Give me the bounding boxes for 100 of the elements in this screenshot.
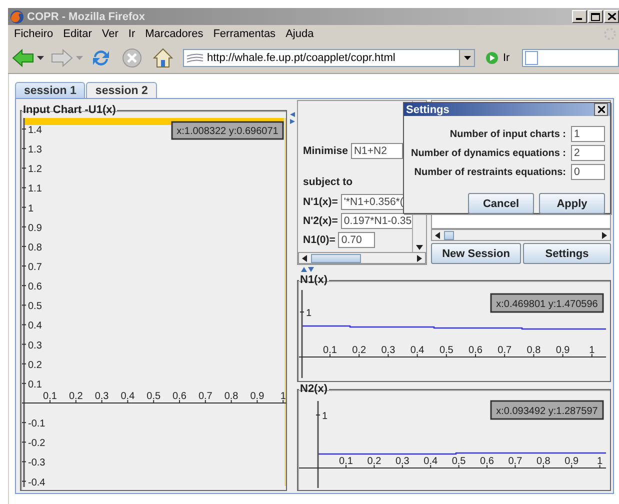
section-heading: subject to xyxy=(303,176,354,188)
scrollbar-thumb[interactable] xyxy=(311,254,361,262)
y-tick-label: 1 xyxy=(28,203,34,214)
x-tick-label: 0.6 xyxy=(172,391,186,402)
x-tick-label: 0.8 xyxy=(224,391,238,402)
x-tick-label: 0.9 xyxy=(564,456,579,467)
back-arrow-icon[interactable] xyxy=(12,48,34,68)
y-tick-label: 1 xyxy=(306,308,312,319)
y-tick-label: 0.5 xyxy=(28,301,42,312)
menu-item[interactable]: Ferramentas xyxy=(208,28,281,40)
menu-item[interactable]: Marcadores xyxy=(140,28,208,40)
x-tick-label: 0.5 xyxy=(452,456,466,467)
x-tick-label: 0.1 xyxy=(339,456,353,467)
minimize-button[interactable] xyxy=(572,10,587,23)
menu-item[interactable]: Ir xyxy=(123,28,140,40)
splitter-arrows-icon[interactable] xyxy=(301,266,314,272)
dialog-button[interactable]: Cancel xyxy=(468,193,534,214)
objective-field[interactable]: N1+N2 xyxy=(350,142,403,158)
y-tick-label: -0.4 xyxy=(28,477,46,488)
field-label: Number of restraints equations: xyxy=(414,166,566,178)
menu-item[interactable]: Ficheiro xyxy=(9,28,58,40)
field-label: N'2(x)= xyxy=(303,214,338,226)
y-tick-label: 0.2 xyxy=(28,360,42,371)
dropdown-button[interactable] xyxy=(459,50,474,66)
scroll-down-icon xyxy=(416,245,423,250)
coordinate-readout: x:1.008322 y:0.696071 xyxy=(171,121,284,140)
maximize-icon xyxy=(591,12,600,20)
x-tick-label: 0.2 xyxy=(352,345,366,356)
go-button[interactable]: Ir xyxy=(482,50,513,64)
x-tick-label: 1 xyxy=(597,456,603,467)
menu-item[interactable]: Ajuda xyxy=(280,28,319,40)
y-tick-label: 0.1 xyxy=(28,379,42,390)
field-label: Minimise xyxy=(303,144,348,156)
field-label: Number of input charts : xyxy=(450,128,566,140)
session-tab[interactable]: session 2 xyxy=(86,82,157,98)
throbber-icon xyxy=(603,26,617,40)
equation-field[interactable]: 0.197*N1-0.35 xyxy=(340,212,412,228)
x-tick-label: 0.6 xyxy=(468,345,482,356)
horizontal-scrollbar[interactable] xyxy=(298,252,426,264)
x-tick-label: 0.4 xyxy=(120,391,135,402)
y-tick-label: 0.7 xyxy=(28,262,42,273)
x-tick-label: 0.2 xyxy=(68,391,83,402)
y-tick-label: 0.9 xyxy=(28,222,42,234)
panel-button[interactable]: Settings xyxy=(523,243,611,264)
caret-icon xyxy=(464,56,470,60)
number-field[interactable]: 0 xyxy=(571,164,605,180)
y-tick-label: 1.3 xyxy=(28,144,42,156)
x-tick-label: 0.3 xyxy=(381,345,396,356)
scrollbar-thumb[interactable] xyxy=(444,230,454,240)
x-tick-label: 0.3 xyxy=(94,391,109,402)
x-tick-label: 0.6 xyxy=(480,456,494,467)
number-field[interactable]: 1 xyxy=(571,126,605,142)
y-tick-label: -0.1 xyxy=(28,418,46,430)
x-tick-label: 0.9 xyxy=(250,391,264,402)
y-tick-label: 0.3 xyxy=(28,340,42,352)
browser-logo-icon xyxy=(10,10,24,24)
equation-field[interactable]: 0.70 xyxy=(338,232,376,248)
close-icon xyxy=(608,13,616,20)
field-label: N1(0)= xyxy=(303,234,336,246)
menu-item[interactable]: Editar xyxy=(58,28,97,40)
field-label: Number of dynamics equations : xyxy=(410,148,566,158)
dialog-button[interactable]: Apply xyxy=(539,193,605,214)
x-tick-label: 0.7 xyxy=(508,456,522,467)
chart-title: N1(x) xyxy=(299,274,329,286)
y-tick-label: 0.6 xyxy=(28,282,42,293)
x-tick-label: 0.7 xyxy=(498,345,512,356)
close-button[interactable] xyxy=(594,103,608,116)
y-tick-label: -0.2 xyxy=(28,438,46,450)
chart-title: N2(x) xyxy=(299,383,329,395)
coordinate-readout: x:0.093492 y:1.287597 xyxy=(490,400,604,420)
scroll-left-icon xyxy=(435,232,440,238)
field-label: N'1(x)= xyxy=(303,196,338,208)
panel-button[interactable]: New Session xyxy=(431,243,521,264)
number-field[interactable]: 2 xyxy=(571,145,605,161)
x-tick-label: 0.4 xyxy=(424,456,438,467)
session-tab[interactable]: session 1 xyxy=(15,82,86,98)
x-tick-label: 0.4 xyxy=(410,345,424,356)
page-icon xyxy=(187,52,203,62)
menu-item[interactable]: Ver xyxy=(96,28,124,40)
search-field[interactable] xyxy=(522,48,619,66)
home-icon[interactable] xyxy=(152,46,174,68)
address-field[interactable]: http://whale.fe.up.pt/coapplet/copr.html xyxy=(183,48,475,66)
y-tick-label: 0.8 xyxy=(28,242,42,254)
scroll-right-icon xyxy=(417,254,422,262)
y-tick-label: 1 xyxy=(322,411,328,422)
x-tick-label: 0.5 xyxy=(146,391,161,402)
x-tick-label: 0.8 xyxy=(526,345,541,356)
y-tick-label: 1.1 xyxy=(28,184,42,195)
caret-icon[interactable] xyxy=(37,56,44,60)
horizontal-scrollbar[interactable] xyxy=(431,229,611,241)
x-tick-label: 0.8 xyxy=(536,456,550,467)
stop-icon[interactable] xyxy=(121,46,143,68)
url-text: http://whale.fe.up.pt/coapplet/copr.html xyxy=(207,52,396,64)
splitter-arrows-icon[interactable] xyxy=(290,112,294,124)
y-tick-label: 1.4 xyxy=(28,125,42,136)
x-tick-label: 0.2 xyxy=(367,456,382,467)
maximize-button[interactable] xyxy=(588,10,603,23)
coordinate-readout: x:0.469801 y:1.470596 xyxy=(490,293,604,313)
x-tick-label: 0.7 xyxy=(198,391,212,402)
y-tick-label: 1.2 xyxy=(28,164,42,176)
